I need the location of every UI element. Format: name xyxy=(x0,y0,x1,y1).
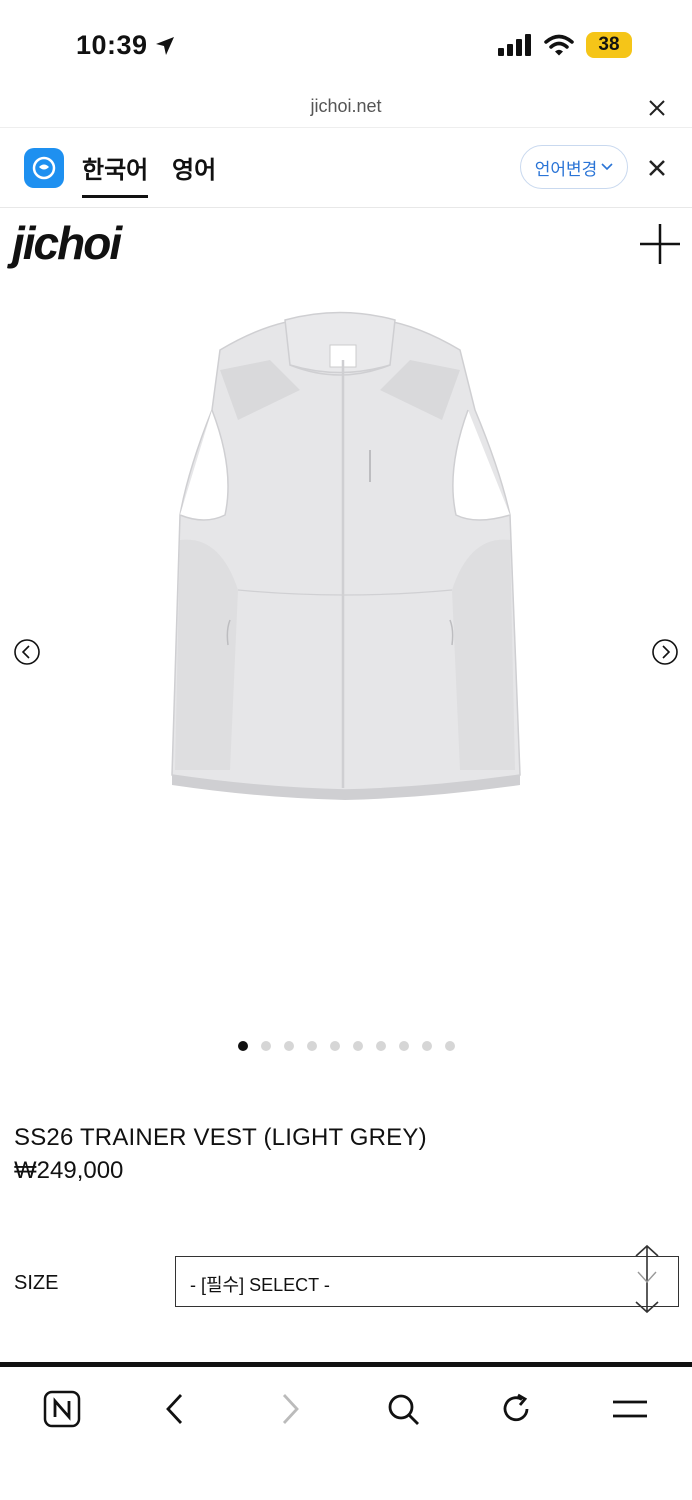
status-bar: 10:39 38 xyxy=(0,0,692,90)
naver-n-icon xyxy=(43,1390,81,1428)
plus-menu-icon[interactable] xyxy=(638,222,682,266)
wifi-icon xyxy=(544,34,574,56)
site-logo[interactable]: jichoi xyxy=(12,216,122,270)
carousel-dot[interactable] xyxy=(375,1041,386,1051)
carousel-dot[interactable] xyxy=(352,1041,363,1051)
naver-home-button[interactable] xyxy=(40,1387,84,1431)
product-price: ₩249,000 xyxy=(14,1157,124,1184)
carousel-dot[interactable] xyxy=(398,1041,409,1051)
cellular-signal-icon xyxy=(498,34,531,56)
size-label: SIZE xyxy=(14,1272,59,1294)
carousel-prev-icon[interactable] xyxy=(13,638,41,666)
carousel-dot[interactable] xyxy=(283,1041,294,1051)
carousel-dot[interactable] xyxy=(329,1041,340,1051)
carousel-next-icon[interactable] xyxy=(651,638,679,666)
change-language-label: 언어변경 xyxy=(534,159,598,179)
carousel-pager xyxy=(0,1041,692,1051)
select-up-down-icon[interactable] xyxy=(630,1242,664,1316)
carousel-dot[interactable] xyxy=(306,1041,317,1051)
size-select-value: - [필수] SELECT - xyxy=(190,1275,330,1295)
size-select[interactable]: - [필수] SELECT - xyxy=(175,1256,679,1307)
carousel-dot[interactable] xyxy=(421,1041,432,1051)
url-bar: jichoi.net xyxy=(0,90,692,128)
product-image[interactable] xyxy=(150,300,530,800)
search-button[interactable] xyxy=(381,1387,425,1431)
carousel-dot[interactable] xyxy=(237,1041,248,1051)
refresh-button[interactable] xyxy=(494,1387,538,1431)
refresh-icon xyxy=(503,1393,529,1422)
product-title: SS26 TRAINER VEST (LIGHT GREY) xyxy=(14,1124,427,1151)
status-time-label: 10:39 xyxy=(76,30,148,60)
menu-button[interactable] xyxy=(608,1387,652,1431)
translate-app-icon xyxy=(24,148,64,188)
bottom-toolbar xyxy=(0,1367,692,1500)
chevron-left-icon xyxy=(166,1394,183,1424)
battery-indicator: 38 xyxy=(586,32,632,58)
chevron-down-icon xyxy=(601,163,613,171)
location-arrow-icon xyxy=(155,36,174,55)
carousel-dot[interactable] xyxy=(260,1041,271,1051)
status-indicators: 38 xyxy=(498,32,632,58)
chevron-right-icon xyxy=(282,1394,299,1424)
search-icon xyxy=(388,1394,419,1425)
forward-button[interactable] xyxy=(268,1387,312,1431)
tab-korean[interactable]: 한국어 xyxy=(82,150,149,198)
tab-english[interactable]: 영어 xyxy=(172,150,216,185)
change-language-button[interactable]: 언어변경 xyxy=(520,145,628,189)
close-icon[interactable] xyxy=(644,155,670,181)
translate-logo-icon xyxy=(32,156,56,180)
status-time: 10:39 xyxy=(76,30,176,61)
translate-bar: 한국어 영어 언어변경 xyxy=(0,128,692,208)
url-text[interactable]: jichoi.net xyxy=(0,96,692,117)
carousel-dot[interactable] xyxy=(444,1041,455,1051)
hamburger-icon xyxy=(613,1400,647,1418)
close-icon[interactable] xyxy=(644,95,670,121)
back-button[interactable] xyxy=(153,1387,197,1431)
